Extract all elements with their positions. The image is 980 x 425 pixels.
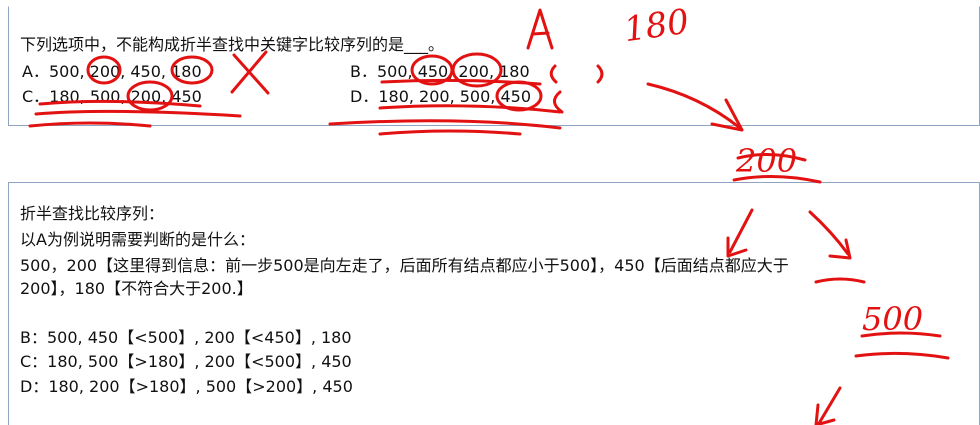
explanation-line-2: 200】，180【不符合大于200.】 bbox=[20, 279, 253, 298]
explanation-option-d: D：180, 200【>180】, 500【>200】, 450 bbox=[20, 377, 353, 396]
option-d: D．180, 200, 500, 450 bbox=[350, 86, 531, 108]
option-a-sequence: 500, 200, 450, 180 bbox=[48, 62, 202, 81]
option-a-letter: A． bbox=[22, 62, 49, 81]
option-d-sequence: 180, 200, 500, 450 bbox=[378, 87, 531, 106]
handwritten-200: 200 bbox=[736, 142, 798, 180]
explanation-title: 折半查找比较序列： bbox=[20, 204, 165, 223]
explanation-intro: 以A为例说明需要判断的是什么： bbox=[20, 230, 255, 249]
option-c: C．180, 500, 200, 450 bbox=[22, 86, 202, 108]
option-b: B．500, 450, 200, 180 bbox=[350, 61, 530, 83]
handwritten-500: 500 bbox=[862, 300, 924, 338]
question-blank: ___。 bbox=[404, 35, 445, 54]
explanation-option-b: B：500, 450【<500】, 200【<450】, 180 bbox=[20, 328, 352, 347]
slide: 下列选项中，不能构成折半查找中关键字比较序列的是___。 A．500, 200,… bbox=[0, 0, 980, 425]
option-b-sequence: 500, 450, 200, 180 bbox=[376, 62, 530, 81]
option-d-letter: D． bbox=[350, 87, 379, 106]
option-b-letter: B． bbox=[350, 62, 377, 81]
question-stem-text: 下列选项中，不能构成折半查找中关键字比较序列的是 bbox=[20, 35, 405, 54]
explanation-option-c: C：180, 500【>180】, 200【<500】, 450 bbox=[20, 352, 352, 371]
explanation-line-1: 500，200【这里得到信息：前一步500是向左走了，后面所有结点都应小于500… bbox=[20, 256, 789, 275]
option-c-letter: C． bbox=[22, 87, 50, 106]
option-c-sequence: 180, 500, 200, 450 bbox=[49, 87, 202, 106]
question-stem: 下列选项中，不能构成折半查找中关键字比较序列的是___。 bbox=[20, 34, 444, 56]
underline-d-3 bbox=[378, 129, 522, 136]
option-a: A．500, 200, 450, 180 bbox=[22, 61, 202, 83]
